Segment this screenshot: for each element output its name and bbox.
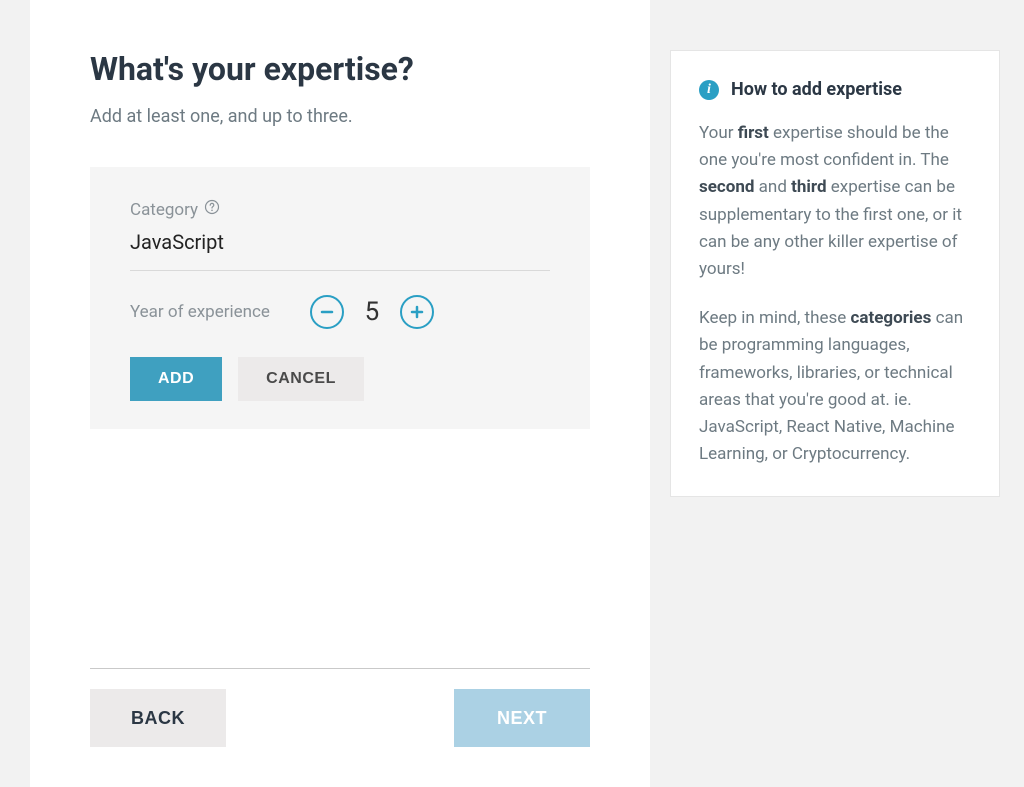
main-panel: What's your expertise? Add at least one,… [30,0,650,787]
experience-stepper: 5 [310,295,434,329]
experience-row: Year of experience 5 [130,295,550,329]
increment-button[interactable] [400,295,434,329]
page-subtitle: Add at least one, and up to three. [90,106,590,127]
expertise-card: Category JavaScript Year of experience 5 [90,167,590,429]
add-button[interactable]: ADD [130,357,222,401]
experience-label: Year of experience [130,302,270,322]
info-header: i How to add expertise [699,79,971,100]
help-icon[interactable] [204,199,220,220]
info-box: i How to add expertise Your first expert… [670,50,1000,497]
category-input[interactable]: JavaScript [130,230,550,270]
footer-divider [90,668,590,669]
cancel-button[interactable]: CANCEL [238,357,364,401]
footer-nav: BACK NEXT [90,689,590,747]
spacer [90,429,590,668]
card-actions: ADD CANCEL [130,357,550,401]
back-button[interactable]: BACK [90,689,226,747]
next-button[interactable]: NEXT [454,689,590,747]
info-icon: i [699,80,719,100]
category-label: Category [130,200,198,220]
info-paragraph-1: Your first expertise should be the one y… [699,120,971,283]
decrement-button[interactable] [310,295,344,329]
card-divider [130,270,550,271]
info-title: How to add expertise [731,79,902,100]
page-title: What's your expertise? [90,50,590,88]
info-paragraph-2: Keep in mind, these categories can be pr… [699,305,971,468]
category-label-row: Category [130,199,220,220]
side-panel: i How to add expertise Your first expert… [670,50,1000,787]
experience-value: 5 [362,297,382,327]
